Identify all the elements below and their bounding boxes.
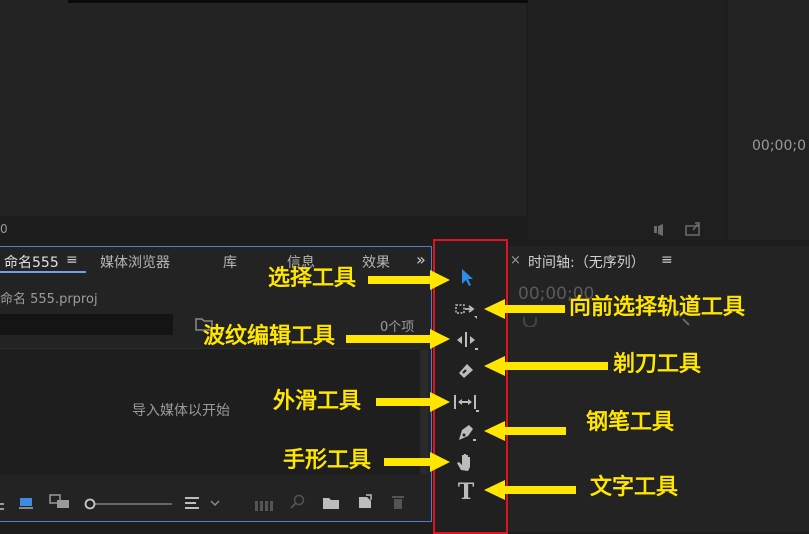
arrow-track-select-forward [484, 299, 565, 319]
arrow-pen [484, 421, 566, 441]
annotation-arrows [346, 270, 608, 500]
arrow-ripple-edit [346, 329, 450, 349]
arrow-hand [384, 452, 450, 472]
arrow-selection [368, 270, 450, 290]
arrow-type [484, 480, 576, 500]
arrow-slip [376, 392, 450, 412]
arrow-razor [484, 356, 608, 376]
